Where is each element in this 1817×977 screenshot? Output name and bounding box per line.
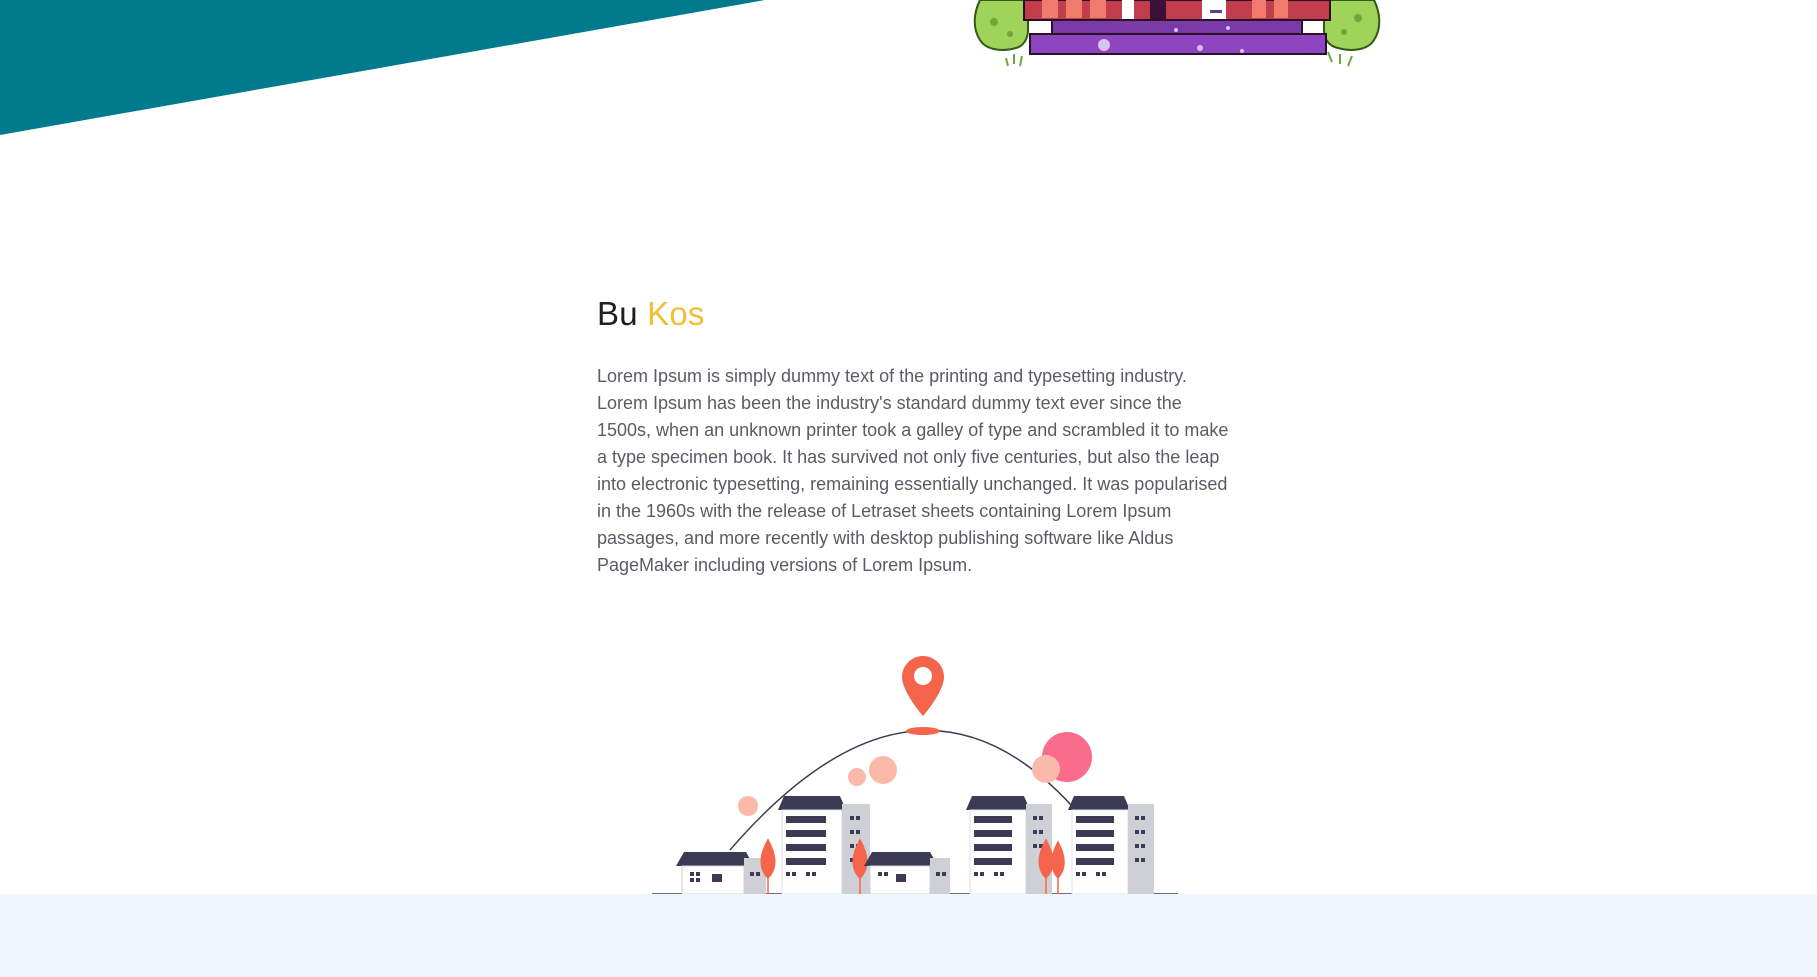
house-illustration [973, 0, 1381, 67]
section-body-text: Lorem Ipsum is simply dummy text of the … [597, 366, 1229, 575]
footer-band [0, 894, 1817, 977]
about-section: Bu Kos Lorem Ipsum is simply dummy text … [597, 295, 1237, 579]
city-illustration [652, 656, 1178, 895]
section-title: Bu Kos [597, 295, 1237, 333]
hero-teal-wedge [0, 0, 765, 135]
section-title-accent: Kos [647, 295, 705, 332]
map-pin-icon [902, 656, 944, 735]
section-title-prefix: Bu [597, 295, 638, 332]
